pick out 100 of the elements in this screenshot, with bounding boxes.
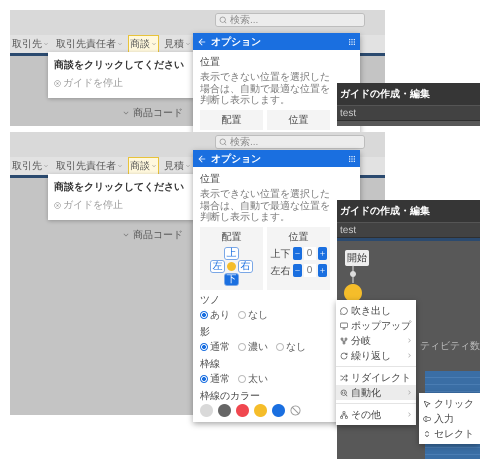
placement-button[interactable]: 左 xyxy=(210,260,225,273)
chevron-down-icon xyxy=(151,41,157,47)
color-swatch[interactable] xyxy=(236,404,249,416)
radio-option[interactable]: なし xyxy=(276,340,306,354)
radio-option[interactable]: 通常 xyxy=(200,372,230,386)
menu-item[interactable]: 入力 xyxy=(419,411,480,426)
chevron-down-icon xyxy=(151,163,157,169)
chevron-down-icon xyxy=(43,41,49,47)
nav-tab[interactable]: 取引先 xyxy=(10,157,51,175)
nav-tab[interactable]: 取引先 xyxy=(10,35,51,53)
grip-icon[interactable] xyxy=(348,154,356,162)
section-description: 表示できない位置を選択した場合は、自動で最適な位置を判断し表示します。 xyxy=(200,189,330,224)
nav-tab[interactable]: 見積 xyxy=(162,157,193,175)
offset-label: 左右 xyxy=(270,264,290,278)
radio-option[interactable]: あり xyxy=(200,308,230,322)
panel-title: オプション xyxy=(211,152,262,166)
radio-button[interactable] xyxy=(238,342,246,350)
menu-item[interactable]: リダイレクト xyxy=(336,370,416,385)
minus-icon xyxy=(294,267,300,274)
chevron-down-icon xyxy=(185,41,191,47)
option-title: 枠線 xyxy=(200,358,221,370)
chevron-down-icon xyxy=(185,163,191,169)
chevron-down-icon xyxy=(43,163,49,169)
shuffle-icon xyxy=(340,374,348,382)
plus-icon xyxy=(318,250,326,257)
increment-button[interactable] xyxy=(318,247,326,260)
section-title: 位置 xyxy=(200,56,221,69)
radio-option[interactable]: 太い xyxy=(238,372,268,386)
option-title: ツノ xyxy=(200,294,221,306)
radio-button[interactable] xyxy=(238,310,246,318)
color-swatch[interactable] xyxy=(254,404,267,416)
step-circle[interactable] xyxy=(344,284,362,302)
radio-option[interactable]: 濃い xyxy=(238,340,268,354)
search-icon xyxy=(219,16,227,24)
text-cursor-icon xyxy=(423,414,431,422)
offset-input[interactable]: 0 xyxy=(304,264,316,277)
card-label: 配置 xyxy=(222,114,242,126)
chevron-down-icon xyxy=(117,163,123,169)
plus-icon xyxy=(318,267,326,274)
no-color-icon[interactable] xyxy=(290,404,301,416)
radio-button[interactable] xyxy=(200,342,208,350)
nav-tab[interactable]: 商談 xyxy=(128,35,159,53)
radio-option[interactable]: なし xyxy=(238,308,268,322)
placement-button[interactable]: 右 xyxy=(238,260,253,273)
menu-item[interactable]: 自動化 xyxy=(336,385,416,400)
offset-label: 上下 xyxy=(270,248,290,260)
placement-button[interactable]: 上 xyxy=(224,247,239,260)
nav-tab[interactable]: 商談 xyxy=(128,157,159,175)
back-icon[interactable] xyxy=(197,36,207,46)
color-swatch[interactable] xyxy=(218,404,231,416)
minus-icon xyxy=(294,250,300,257)
close-icon xyxy=(54,202,61,208)
menu-item[interactable]: 吹き出し xyxy=(336,303,416,318)
nav-tab[interactable]: 取引先責任者 xyxy=(54,157,125,175)
tooltip-title: 商談をクリックしてください xyxy=(54,180,185,194)
background-text: ティビティ数 xyxy=(420,340,480,353)
chevron-right-icon xyxy=(406,411,413,418)
card-label: 配置 xyxy=(222,230,242,244)
back-icon[interactable] xyxy=(197,154,207,164)
nav-tab[interactable]: 見積 xyxy=(162,35,193,53)
color-swatch[interactable] xyxy=(272,404,285,416)
chevron-down-icon xyxy=(122,109,130,117)
column-header: 商品コード xyxy=(133,106,183,120)
start-label: 開始 xyxy=(345,250,369,266)
menu-item[interactable]: クリック xyxy=(419,396,480,411)
menu-item[interactable]: 繰り返し xyxy=(336,348,416,363)
chevron-right-icon xyxy=(406,389,413,396)
increment-button[interactable] xyxy=(318,264,326,277)
radio-button[interactable] xyxy=(200,310,208,318)
decrement-button[interactable] xyxy=(292,247,302,260)
menu-item[interactable]: セレクト xyxy=(419,426,480,441)
radio-button[interactable] xyxy=(200,374,208,382)
decrement-button[interactable] xyxy=(292,264,302,277)
menu-item[interactable]: その他 xyxy=(336,407,416,422)
placement-button[interactable]: 下 xyxy=(224,273,239,286)
radio-button[interactable] xyxy=(238,374,246,382)
name-field[interactable]: test xyxy=(337,105,480,121)
monitor-icon xyxy=(340,322,348,330)
panel-title: ガイドの作成・編集 xyxy=(337,200,480,222)
grip-icon[interactable] xyxy=(348,38,356,46)
offset-input[interactable]: 0 xyxy=(304,247,316,260)
card-label: 位置 xyxy=(288,114,308,126)
menu-item[interactable]: 分岐 xyxy=(336,333,416,348)
anchor-dot xyxy=(227,262,236,271)
search-icon xyxy=(219,138,227,146)
search-field[interactable]: 検索... xyxy=(215,13,365,27)
menu-item[interactable]: ポップアップ xyxy=(336,318,416,333)
chevron-down-icon xyxy=(117,41,123,47)
up-down-icon xyxy=(423,430,431,438)
connector-node-icon xyxy=(348,265,358,283)
radio-option[interactable]: 通常 xyxy=(200,340,230,354)
nav-tab[interactable]: 取引先責任者 xyxy=(54,35,125,53)
search-field[interactable]: 検索... xyxy=(215,135,365,149)
speech-bubble-icon xyxy=(340,306,348,314)
card-label: 位置 xyxy=(288,230,308,244)
color-swatch[interactable] xyxy=(200,404,213,416)
name-field[interactable]: test xyxy=(337,222,480,238)
option-title: 枠線のカラー xyxy=(200,390,261,402)
radio-button[interactable] xyxy=(276,342,284,350)
section-title: 位置 xyxy=(200,172,221,186)
